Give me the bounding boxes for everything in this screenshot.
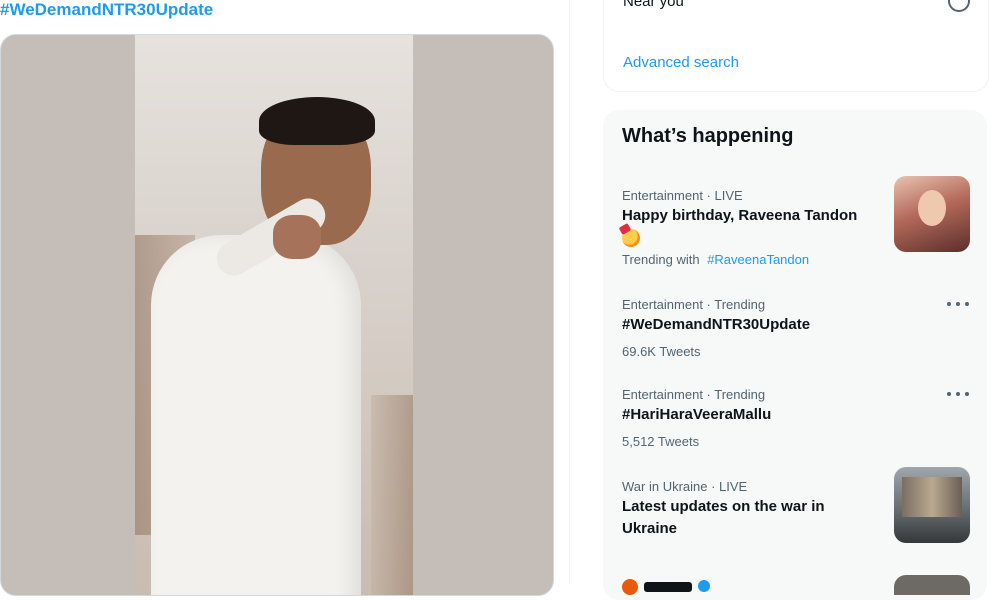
photo-person-hair	[259, 97, 375, 145]
avatar	[622, 579, 638, 595]
trend-thumbnail	[894, 575, 970, 595]
trend-tweet-count: 5,512 Tweets	[622, 434, 700, 449]
trend-meta: Entertainment · LIVE	[622, 188, 743, 203]
trend-subline: Trending with #RaveenaTandon	[622, 252, 809, 267]
photo-person-shirt	[151, 235, 361, 595]
trend-item-partial[interactable]	[622, 575, 982, 599]
trend-meta: War in Ukraine · LIVE	[622, 479, 748, 494]
trend-thumbnail	[894, 176, 970, 252]
trend-name: Latest updates on the war in Ukraine	[622, 498, 825, 537]
trend-thumbnail	[894, 467, 970, 543]
more-options-icon[interactable]	[947, 297, 969, 311]
photo-rock	[371, 395, 413, 595]
column-divider	[569, 0, 570, 584]
trending-with-label: Trending with	[622, 252, 700, 267]
photo-person-fist	[273, 215, 321, 259]
trend-name: #WeDemandNTR30Update	[622, 316, 811, 333]
verified-badge-icon	[698, 580, 710, 592]
whats-happening-title: What’s happening	[622, 125, 794, 147]
thumbnail-building	[902, 477, 962, 517]
trend-name: Happy birthday, Raveena Tandon	[622, 205, 884, 249]
party-face-icon	[622, 229, 640, 248]
trend-meta: Entertainment · Trending	[622, 297, 766, 312]
trend-name-text: Happy birthday, Raveena Tandon	[622, 207, 858, 224]
trend-tweet-count: 69.6K Tweets	[622, 344, 701, 359]
near-you-radio[interactable]	[948, 0, 970, 12]
trend-meta: Entertainment · Trending	[622, 387, 766, 402]
near-you-label[interactable]: Near you	[623, 0, 684, 10]
trend-related-hashtag-link[interactable]: #RaveenaTandon	[707, 252, 809, 267]
more-options-icon[interactable]	[947, 387, 969, 401]
advanced-search-link[interactable]: Advanced search	[623, 54, 739, 71]
trend-name: #HariHaraVeeraMallu	[622, 406, 772, 423]
search-filters-card: Near you Advanced search	[603, 0, 989, 92]
tweet-media-photo[interactable]	[0, 34, 554, 596]
thumbnail-face	[918, 190, 946, 226]
tweet-hashtag-link[interactable]: #WeDemandNTR30Update	[0, 0, 213, 20]
whats-happening-card: What’s happening Entertainment · LIVE Ha…	[603, 110, 987, 600]
